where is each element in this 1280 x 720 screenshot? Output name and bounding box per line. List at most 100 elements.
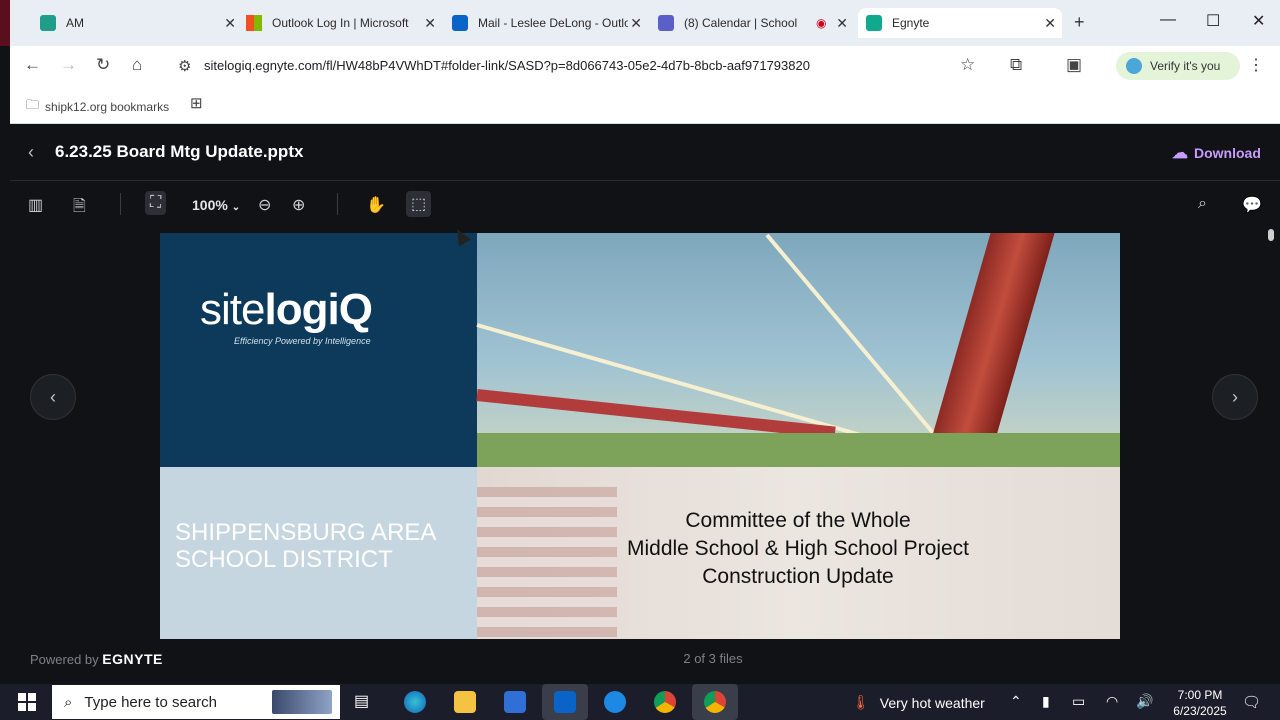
- next-file-button[interactable]: ›: [1212, 374, 1258, 420]
- taskbar-clock[interactable]: 7:00 PM 6/23/2025: [1160, 687, 1240, 719]
- close-tab-icon[interactable]: ✕: [630, 15, 642, 32]
- menu-icon[interactable]: ⋮: [1248, 55, 1264, 75]
- close-tab-icon[interactable]: ✕: [1044, 15, 1056, 32]
- sitelogiq-logo: sitelogiQ: [200, 285, 373, 335]
- fit-page-icon[interactable]: ⛶: [145, 191, 167, 215]
- viewer-header: ‹ 6.23.25 Board Mtg Update.pptx ☁ Downlo…: [10, 124, 1280, 181]
- hand-pan-icon[interactable]: ✋: [366, 195, 386, 215]
- bookmark-folder[interactable]: 🗀 shipk12.org bookmarks: [26, 96, 169, 118]
- wifi-icon[interactable]: ◠: [1106, 693, 1118, 710]
- apps-grid-icon[interactable]: ⊞: [190, 94, 203, 112]
- taskbar-search[interactable]: ⌕ Type here to search: [52, 685, 340, 719]
- tab-mail[interactable]: Mail - Leslee DeLong - Outlook ✕: [444, 8, 648, 38]
- outlook-icon: [554, 691, 576, 713]
- maximize-icon[interactable]: ☐: [1206, 11, 1220, 31]
- green-wall: [477, 433, 1120, 467]
- profile-icon: [1126, 58, 1142, 74]
- browser-toolbar: ← → ↻ ⌂ ⚙ sitelogiq.egnyte.com/fl/HW48bP…: [10, 46, 1280, 86]
- folder-icon: 🗀: [26, 97, 40, 112]
- volume-icon[interactable]: 🔊: [1136, 693, 1153, 710]
- file-viewer: ‹ 6.23.25 Board Mtg Update.pptx ☁ Downlo…: [10, 124, 1280, 684]
- microsoft-icon: [246, 15, 262, 31]
- battery-icon[interactable]: ▭: [1072, 693, 1085, 710]
- close-window-icon[interactable]: ✕: [1252, 11, 1265, 31]
- slide-caption: Committee of the Whole Middle School & H…: [563, 507, 1033, 591]
- clock-date: 6/23/2025: [1173, 704, 1227, 718]
- minimize-icon[interactable]: —: [1160, 11, 1176, 29]
- zoom-dropdown[interactable]: 100% ⌄: [192, 197, 240, 213]
- red-duct: [923, 233, 1055, 467]
- close-tab-icon[interactable]: ✕: [224, 15, 236, 32]
- caption-line: Committee of the Whole: [685, 509, 911, 532]
- caption-line: Middle School & High School Project: [626, 537, 969, 560]
- clock-time: 7:00 PM: [1177, 688, 1223, 702]
- chrome-active-button[interactable]: [692, 684, 738, 720]
- zoom-value: 100%: [192, 197, 228, 213]
- search-placeholder: Type here to search: [84, 693, 217, 711]
- weather-widget[interactable]: 🌡 Very hot weather: [852, 694, 985, 711]
- file-explorer-icon[interactable]: [454, 691, 476, 713]
- cast-icon[interactable]: ▣: [1066, 55, 1082, 75]
- back-chevron-icon[interactable]: ‹: [28, 142, 34, 163]
- address-bar[interactable]: sitelogiq.egnyte.com/fl/HW48bP4VWhDT#fol…: [204, 58, 810, 73]
- verify-button[interactable]: Verify it's you: [1116, 52, 1240, 80]
- windows-taskbar: ⌕ Type here to search ▤ 🌡 Very hot weath…: [0, 684, 1280, 720]
- tab-calendar[interactable]: (8) Calendar | School ◉ ✕: [650, 8, 854, 38]
- task-view-icon[interactable]: ▤: [354, 691, 376, 713]
- download-label: Download: [1194, 145, 1261, 161]
- zoom-in-icon[interactable]: ⊕: [292, 195, 305, 215]
- teams-icon: [658, 15, 674, 31]
- tab-am[interactable]: AM ✕: [32, 8, 242, 38]
- sidebar-toggle-icon[interactable]: ▥: [28, 195, 43, 215]
- bookmark-star-icon[interactable]: ☆: [960, 55, 975, 75]
- logo-text-regular: site: [200, 285, 265, 334]
- tab-egnyte[interactable]: Egnyte ✕: [858, 8, 1062, 38]
- scrollbar-thumb[interactable]: [1268, 229, 1274, 241]
- presentation-slide: sitelogiQ Efficiency Powered by Intellig…: [160, 233, 1120, 639]
- comments-icon[interactable]: 💬: [1242, 195, 1262, 215]
- slide-stage: ‹ sitelogiQ Efficiency Powered by Intell…: [10, 229, 1280, 639]
- store-icon[interactable]: [504, 691, 526, 713]
- ceiling-photo: [476, 233, 1120, 467]
- tab-outlook-login[interactable]: Outlook Log In | Microsoft ✕: [238, 8, 442, 38]
- chevron-up-icon[interactable]: ⌃: [1010, 693, 1022, 710]
- page-view-icon[interactable]: 🗎: [73, 195, 86, 222]
- close-tab-icon[interactable]: ✕: [836, 15, 848, 32]
- site-info-icon[interactable]: ⚙: [178, 57, 191, 75]
- home-icon[interactable]: ⌂: [132, 55, 142, 75]
- logo-tagline: Efficiency Powered by Intelligence: [234, 336, 371, 346]
- back-icon[interactable]: ←: [24, 55, 41, 75]
- search-icon: ⌕: [64, 693, 73, 711]
- browser-tab-bar: AM ✕ Outlook Log In | Microsoft ✕ Mail -…: [0, 0, 1280, 46]
- outlook-taskbar-button[interactable]: [542, 684, 588, 720]
- previous-file-button[interactable]: ‹: [30, 374, 76, 420]
- toolbar-divider: [337, 193, 338, 215]
- safari-icon[interactable]: [604, 691, 626, 713]
- notifications-icon[interactable]: 🗨: [1242, 693, 1261, 711]
- caption-line: Construction Update: [702, 565, 894, 588]
- thermometer-icon: 🌡: [852, 694, 870, 710]
- reload-icon[interactable]: ↻: [96, 55, 110, 75]
- select-area-icon[interactable]: ⬚: [406, 191, 432, 217]
- zoom-out-icon[interactable]: ⊖: [258, 195, 271, 215]
- screen: AM ✕ Outlook Log In | Microsoft ✕ Mail -…: [0, 0, 1280, 720]
- slide-district-panel: SHIPPENSBURG AREA SCHOOL DISTRICT: [160, 467, 477, 639]
- weather-text: Very hot weather: [879, 694, 985, 711]
- download-button[interactable]: ☁ Download: [1172, 143, 1261, 163]
- verify-label: Verify it's you: [1150, 59, 1221, 73]
- chrome-icon: [704, 691, 726, 713]
- new-tab-button[interactable]: +: [1074, 12, 1085, 33]
- search-icon[interactable]: ⌕: [1198, 195, 1207, 213]
- search-highlight-image: [272, 690, 332, 714]
- outlook-icon: [452, 15, 468, 31]
- chevron-down-icon: ⌄: [231, 202, 241, 213]
- chrome-icon[interactable]: [654, 691, 676, 713]
- edge-icon[interactable]: [404, 691, 426, 713]
- windows-start-icon[interactable]: [18, 693, 36, 711]
- slide-logo-panel: sitelogiQ Efficiency Powered by Intellig…: [160, 233, 477, 467]
- forward-icon[interactable]: →: [60, 55, 77, 75]
- close-tab-icon[interactable]: ✕: [424, 15, 436, 32]
- tab-title: Mail - Leslee DeLong - Outlook: [478, 16, 628, 30]
- extensions-icon[interactable]: ⧉: [1010, 55, 1022, 75]
- microphone-icon[interactable]: ▮: [1042, 693, 1050, 710]
